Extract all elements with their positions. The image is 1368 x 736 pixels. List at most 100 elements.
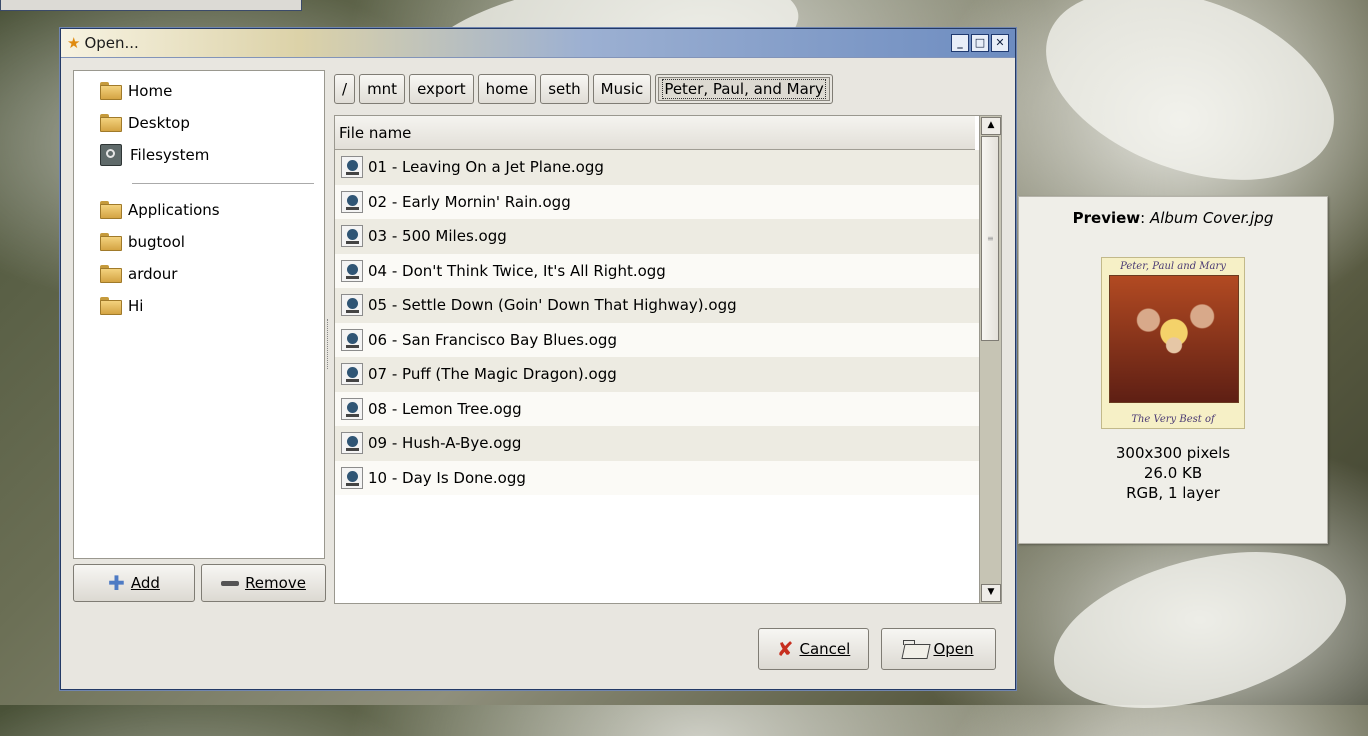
file-name: 07 - Puff (The Magic Dragon).ogg <box>368 365 617 384</box>
file-name: 01 - Leaving On a Jet Plane.ogg <box>368 158 604 177</box>
place-filesystem[interactable]: Filesystem <box>74 139 324 171</box>
grip-icon: ≡ <box>987 234 994 243</box>
audio-file-icon <box>341 363 363 386</box>
path-segment-export[interactable]: export <box>409 74 474 104</box>
file-row[interactable]: 04 - Don't Think Twice, It's All Right.o… <box>335 253 979 288</box>
file-row[interactable]: 01 - Leaving On a Jet Plane.ogg <box>335 150 979 185</box>
path-segment-root[interactable]: / <box>334 74 356 104</box>
preview-dimensions: 300x300 pixels <box>1115 444 1231 462</box>
open-dialog: ★ Open... _ □ ✕ Home Desktop Filesystem … <box>60 28 1016 690</box>
app-star-icon: ★ <box>67 34 81 52</box>
places-divider <box>132 183 314 184</box>
file-name: 09 - Hush-A-Bye.ogg <box>368 434 522 453</box>
title-bar[interactable]: ★ Open... _ □ ✕ <box>61 29 1015 58</box>
column-header-label: File name <box>339 123 412 142</box>
scroll-up-icon[interactable]: ▲ <box>981 117 1001 135</box>
remove-label: Remove <box>245 574 306 592</box>
path-label: Music <box>600 80 644 98</box>
preview-heading: Preview: Album Cover.jpg <box>1072 209 1274 227</box>
file-row[interactable]: 07 - Puff (The Magic Dragon).ogg <box>335 357 979 392</box>
audio-file-icon <box>341 466 363 489</box>
file-row[interactable]: 09 - Hush-A-Bye.ogg <box>335 426 979 461</box>
place-label: Desktop <box>128 114 190 132</box>
file-name: 08 - Lemon Tree.ogg <box>368 399 522 418</box>
preview-panel: Preview: Album Cover.jpg Peter, Paul and… <box>1018 196 1328 544</box>
file-name: 03 - 500 Miles.ogg <box>368 227 507 246</box>
remove-button[interactable]: Remove <box>201 564 326 602</box>
scroll-down-icon[interactable]: ▼ <box>981 584 1001 602</box>
path-label: mnt <box>367 80 398 98</box>
path-label: seth <box>548 80 581 98</box>
bookmark-label: Hi <box>128 297 144 315</box>
audio-file-icon <box>341 225 363 248</box>
place-home[interactable]: Home <box>74 75 324 107</box>
plus-icon: ✚ <box>108 571 125 595</box>
file-list: File name 01 - Leaving On a Jet Plane.og… <box>334 115 1002 604</box>
pane-splitter-handle[interactable] <box>327 319 331 369</box>
folder-icon <box>100 114 122 132</box>
folder-icon <box>100 265 122 283</box>
cancel-x-icon: ✘ <box>776 637 794 661</box>
file-name: 06 - San Francisco Bay Blues.ogg <box>368 330 617 349</box>
window-controls: _ □ ✕ <box>951 34 1009 52</box>
file-name: 10 - Day Is Done.ogg <box>368 468 526 487</box>
file-row[interactable]: 05 - Settle Down (Goin' Down That Highwa… <box>335 288 979 323</box>
path-segment-music[interactable]: Music <box>592 74 652 104</box>
folder-icon <box>100 297 122 315</box>
path-bar: / mnt export home seth Music Peter, Paul… <box>334 74 833 104</box>
place-desktop[interactable]: Desktop <box>74 107 324 139</box>
open-button[interactable]: Open <box>881 628 996 670</box>
path-segment-current[interactable]: Peter, Paul, and Mary <box>655 74 833 104</box>
bookmark-hi[interactable]: Hi <box>74 290 324 322</box>
audio-file-icon <box>341 432 363 455</box>
bookmark-ardour[interactable]: ardour <box>74 258 324 290</box>
desktop-panel-fragment <box>0 0 302 11</box>
path-label: home <box>485 80 529 98</box>
column-header-filename[interactable]: File name <box>335 116 975 150</box>
cancel-button[interactable]: ✘ Cancel <box>758 628 869 670</box>
audio-file-icon <box>341 156 363 179</box>
add-label: Add <box>130 574 160 592</box>
file-row[interactable]: 08 - Lemon Tree.ogg <box>335 391 979 426</box>
maximize-icon[interactable]: □ <box>971 34 989 52</box>
file-rows: 01 - Leaving On a Jet Plane.ogg 02 - Ear… <box>335 150 979 495</box>
open-label: Open <box>933 640 974 658</box>
background-petal <box>1036 523 1364 736</box>
minus-icon <box>221 580 240 586</box>
path-label: / <box>342 80 348 98</box>
vertical-scrollbar[interactable]: ▲ ≡ ▼ <box>979 116 1001 603</box>
add-button[interactable]: ✚ Add <box>73 564 195 602</box>
bookmark-bugtool[interactable]: bugtool <box>74 226 324 258</box>
path-segment-mnt[interactable]: mnt <box>359 74 406 104</box>
path-label: export <box>417 80 466 98</box>
window-title: Open... <box>84 34 139 52</box>
place-label: Filesystem <box>130 146 210 164</box>
bookmark-label: Applications <box>128 201 220 219</box>
album-cover-thumbnail: Peter, Paul and Mary The Very Best of <box>1101 257 1245 429</box>
background-petal <box>1019 0 1361 217</box>
bookmark-applications[interactable]: Applications <box>74 194 324 226</box>
album-artist-text: Peter, Paul and Mary <box>1120 261 1226 272</box>
preview-size: 26.0 KB <box>1143 464 1203 482</box>
minimize-icon[interactable]: _ <box>951 34 969 52</box>
file-name: 02 - Early Mornin' Rain.ogg <box>368 192 571 211</box>
path-segment-home[interactable]: home <box>477 74 537 104</box>
scrollbar-thumb[interactable]: ≡ <box>981 136 999 341</box>
bookmark-label: ardour <box>128 265 178 283</box>
folder-icon <box>100 82 122 100</box>
preview-label: Preview <box>1072 209 1141 227</box>
close-icon[interactable]: ✕ <box>991 34 1009 52</box>
file-row[interactable]: 06 - San Francisco Bay Blues.ogg <box>335 322 979 357</box>
open-folder-icon <box>903 640 929 658</box>
preview-info: 300x300 pixels 26.0 KB RGB, 1 layer <box>1019 443 1327 503</box>
audio-file-icon <box>341 328 363 351</box>
file-row[interactable]: 02 - Early Mornin' Rain.ogg <box>335 184 979 219</box>
places-sidebar: Home Desktop Filesystem Applications bug… <box>73 70 325 559</box>
file-row[interactable]: 10 - Day Is Done.ogg <box>335 460 979 495</box>
preview-mode: RGB, 1 layer <box>1126 484 1220 502</box>
path-segment-seth[interactable]: seth <box>540 74 589 104</box>
filesystem-icon <box>100 144 122 166</box>
place-label: Home <box>128 82 173 100</box>
bookmark-label: bugtool <box>128 233 185 251</box>
file-row[interactable]: 03 - 500 Miles.ogg <box>335 219 979 254</box>
